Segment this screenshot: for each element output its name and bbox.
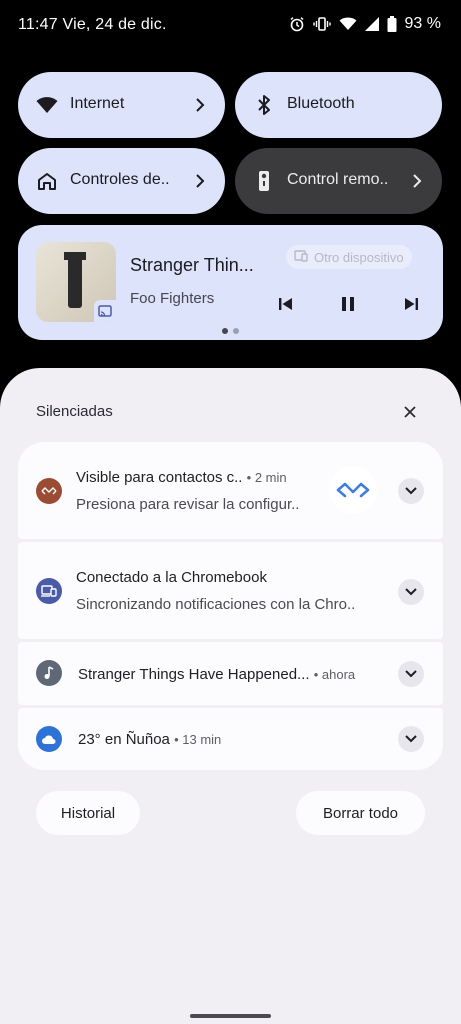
expand-button[interactable] (398, 661, 424, 687)
tile-home-controls[interactable]: Controles de.. (18, 148, 225, 214)
notification-music[interactable]: Stranger Things Have Happened... • ahora (18, 642, 443, 705)
nearby-share-icon (36, 478, 62, 504)
tile-home-controls-label: Controles de.. (70, 171, 170, 188)
battery-percent: 93 % (404, 15, 441, 32)
status-bar: 11:47 Vie, 24 de dic. 93 % (0, 0, 461, 52)
notification-weather[interactable]: 23° en Ñuñoa • 13 min (18, 708, 443, 770)
media-artist: Foo Fighters (130, 290, 215, 307)
output-device-label: Otro dispositivo (314, 249, 404, 265)
notification-title: Stranger Things Have Happened... • ahora (78, 666, 356, 683)
skip-next-button[interactable] (401, 295, 421, 313)
status-time-date: 11:47 Vie, 24 de dic. (18, 16, 167, 33)
expand-button[interactable] (398, 579, 424, 605)
nearby-share-large-icon (329, 466, 377, 514)
music-note-icon (36, 660, 62, 686)
chevron-right-icon (412, 173, 422, 189)
vibrate-icon (312, 16, 331, 32)
wifi-status-icon (339, 17, 357, 31)
wifi-icon (35, 93, 59, 117)
expand-button[interactable] (398, 726, 424, 752)
chevron-right-icon (195, 173, 205, 189)
cloud-icon (36, 726, 62, 752)
pause-button[interactable] (338, 295, 358, 313)
album-art (36, 242, 116, 322)
devices-icon (36, 578, 62, 604)
notification-nearby-share[interactable]: Visible para contactos c.. • 2 min Presi… (18, 442, 443, 539)
output-device-chip[interactable]: Otro dispositivo (286, 245, 412, 269)
alarm-icon (289, 16, 305, 32)
signal-icon (364, 17, 379, 31)
chevron-right-icon (195, 97, 205, 113)
gesture-nav-bar[interactable] (190, 1014, 271, 1018)
tile-bluetooth-label: Bluetooth (287, 95, 355, 112)
tile-internet-label: Internet (70, 95, 125, 112)
media-title: Stranger Thin... (130, 255, 254, 275)
remote-icon (252, 169, 276, 193)
battery-icon (387, 16, 397, 32)
bluetooth-icon (252, 93, 276, 117)
media-player-card[interactable]: Stranger Thin... Foo Fighters Otro dispo… (18, 225, 443, 340)
status-icons: 93 % (289, 15, 441, 33)
notification-title: Visible para contactos c.. • 2 min (76, 469, 287, 486)
clear-all-button[interactable]: Borrar todo (296, 791, 425, 835)
expand-button[interactable] (398, 478, 424, 504)
tile-internet[interactable]: Internet (18, 72, 225, 138)
tile-remote-control-label: Control remo.. (287, 171, 389, 188)
home-icon (35, 169, 59, 193)
notification-text: Presiona para revisar la configur.. (76, 496, 300, 513)
media-page-indicator (222, 328, 239, 334)
skip-previous-button[interactable] (276, 295, 296, 313)
tile-bluetooth[interactable]: Bluetooth (235, 72, 442, 138)
speaker-device-icon (294, 249, 308, 265)
cast-icon (94, 300, 116, 322)
silenced-section-label: Silenciadas (36, 403, 113, 420)
notification-chromebook[interactable]: Conectado a la Chromebook Sincronizando … (18, 542, 443, 639)
notification-title: Conectado a la Chromebook (76, 569, 267, 586)
notification-title: 23° en Ñuñoa • 13 min (78, 731, 222, 748)
notification-text: Sincronizando notificaciones con la Chro… (76, 596, 356, 613)
close-icon[interactable] (402, 404, 418, 420)
tile-remote-control[interactable]: Control remo.. (235, 148, 442, 214)
history-button[interactable]: Historial (36, 791, 140, 835)
